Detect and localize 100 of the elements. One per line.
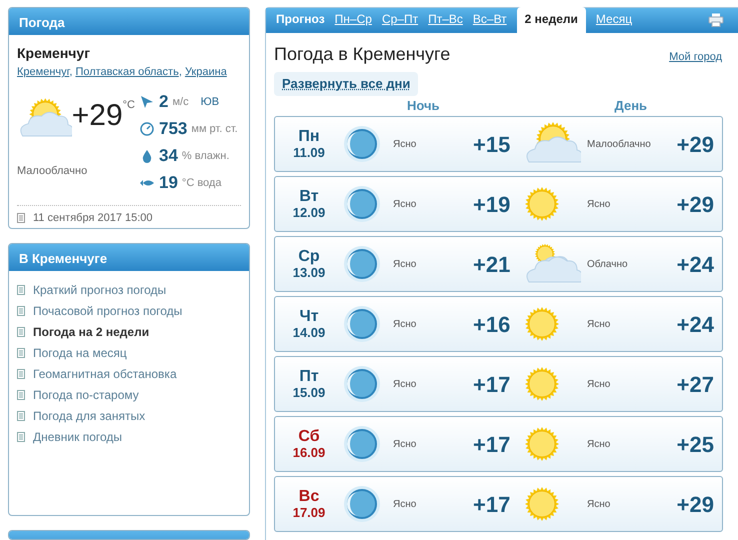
day-temperature: +25 [676,430,715,458]
tab[interactable]: Месяц [596,10,632,33]
menu-item[interactable]: Погода на 2 недели [33,322,150,341]
sun-icon [523,185,561,223]
document-icon [17,326,25,337]
sun-icon [523,365,561,403]
date: 14.09 [292,326,326,340]
document-icon [17,212,25,223]
sun-icon [523,305,561,343]
stat-value: 19 [159,172,178,194]
moon-icon [343,124,381,164]
night-temperature: +21 [473,250,512,278]
page-title: Погода в Кременчуге [274,43,450,66]
night-condition: Ясно [393,258,418,272]
night-column-header: Ночь [407,97,440,115]
sun-icon [523,425,561,463]
tab[interactable]: Вс–Вт [472,10,507,33]
tab[interactable]: Пт–Вс [428,10,463,33]
document-icon [17,284,25,295]
night-temperature: +19 [473,190,512,218]
sun-icon [523,485,561,523]
temperature-unit: °C [122,98,135,112]
moon-icon [343,184,381,224]
location-link[interactable]: Кременчуг [17,66,70,78]
tab[interactable]: 2 недели [516,7,586,33]
day-condition: Облачно [587,258,629,272]
document-icon [17,410,25,421]
night-condition: Ясно [393,438,418,452]
location-breadcrumb: Кременчуг, Полтавская область, Украина [17,65,228,80]
night-temperature: +15 [473,130,512,158]
current-condition: Малооблачно [17,164,88,178]
weekday: Вс [298,488,320,506]
day-condition: Ясно [587,318,612,332]
day-temperature: +29 [676,190,715,218]
day-column-header: День [614,97,648,115]
day-condition: Ясно [587,498,612,512]
stat-value: 2 [159,91,168,114]
day-temperature: +24 [676,250,715,278]
day-temperature: +27 [676,370,715,398]
printer-icon[interactable] [708,13,724,27]
moon-icon [343,244,381,284]
date: 16.09 [292,446,326,460]
stat-unit: мм рт. ст. [191,122,238,137]
night-condition: Ясно [393,318,418,332]
document-icon [17,432,25,442]
night-temperature: +17 [473,430,512,458]
wind-direction: ЮВ [200,94,220,110]
location-link[interactable]: Украина [184,66,227,78]
wind-arrow-icon [139,94,155,110]
my-city-link[interactable]: Мой город [669,49,722,66]
stat-unit: м/с [172,94,189,110]
night-condition: Ясно [393,138,418,152]
day-condition: Малооблачно [587,138,652,152]
expand-all-button[interactable]: Развернуть все дни [274,72,418,96]
menu-item[interactable]: Геомагнитная обстановка [33,364,177,383]
panel-header: В Кременчуге [9,244,249,272]
moon-icon [343,364,381,404]
weekday: Ср [297,248,321,266]
document-icon [17,390,25,400]
stat-unit: °C вода [182,176,222,191]
panel-header: Погода [9,8,249,35]
weekday: Пт [298,368,320,386]
weekday: Вт [298,188,320,206]
current-temperature: +29 [72,100,123,130]
menu-item[interactable]: Краткий прогноз погоды [33,280,166,299]
date: 12.09 [292,206,326,220]
night-condition: Ясно [393,378,418,392]
day-condition: Ясно [587,438,612,452]
weekday: Пн [297,128,321,146]
weekday: Сб [297,428,321,446]
menu-item[interactable]: Дневник погоды [33,428,122,446]
stat-unit: % влажн. [182,148,230,164]
date: 17.09 [292,506,326,520]
document-icon [17,348,25,358]
menu-item[interactable]: Погода для занятых [33,406,146,425]
weekday: Чт [298,308,320,326]
gauge-icon [139,121,155,137]
document-icon [17,306,25,316]
menu-item[interactable]: Почасовой прогноз погоды [33,302,182,320]
update-time: 11 сентября 2017 15:00 [33,210,153,226]
day-temperature: +29 [676,490,715,518]
night-temperature: +17 [473,490,512,518]
day-temperature: +24 [676,310,715,338]
date: 13.09 [292,266,326,280]
menu-item[interactable]: Погода по-старому [33,386,139,404]
tab[interactable]: Пн–Ср [334,10,372,33]
tab[interactable]: Ср–Пт [382,10,418,33]
day-condition: Ясно [587,378,612,392]
location-link[interactable]: Полтавская область [75,66,179,78]
menu-item[interactable]: Погода на месяц [33,344,127,362]
night-temperature: +17 [473,370,512,398]
stat-value: 753 [159,118,188,140]
moon-icon [343,424,381,464]
city-name: Кременчуг [17,44,92,63]
night-condition: Ясно [393,498,418,512]
day-temperature: +29 [676,130,715,158]
date: 15.09 [292,386,326,400]
night-condition: Ясно [393,198,418,212]
document-icon [17,368,25,379]
tabs-label: Прогноз [276,11,325,28]
